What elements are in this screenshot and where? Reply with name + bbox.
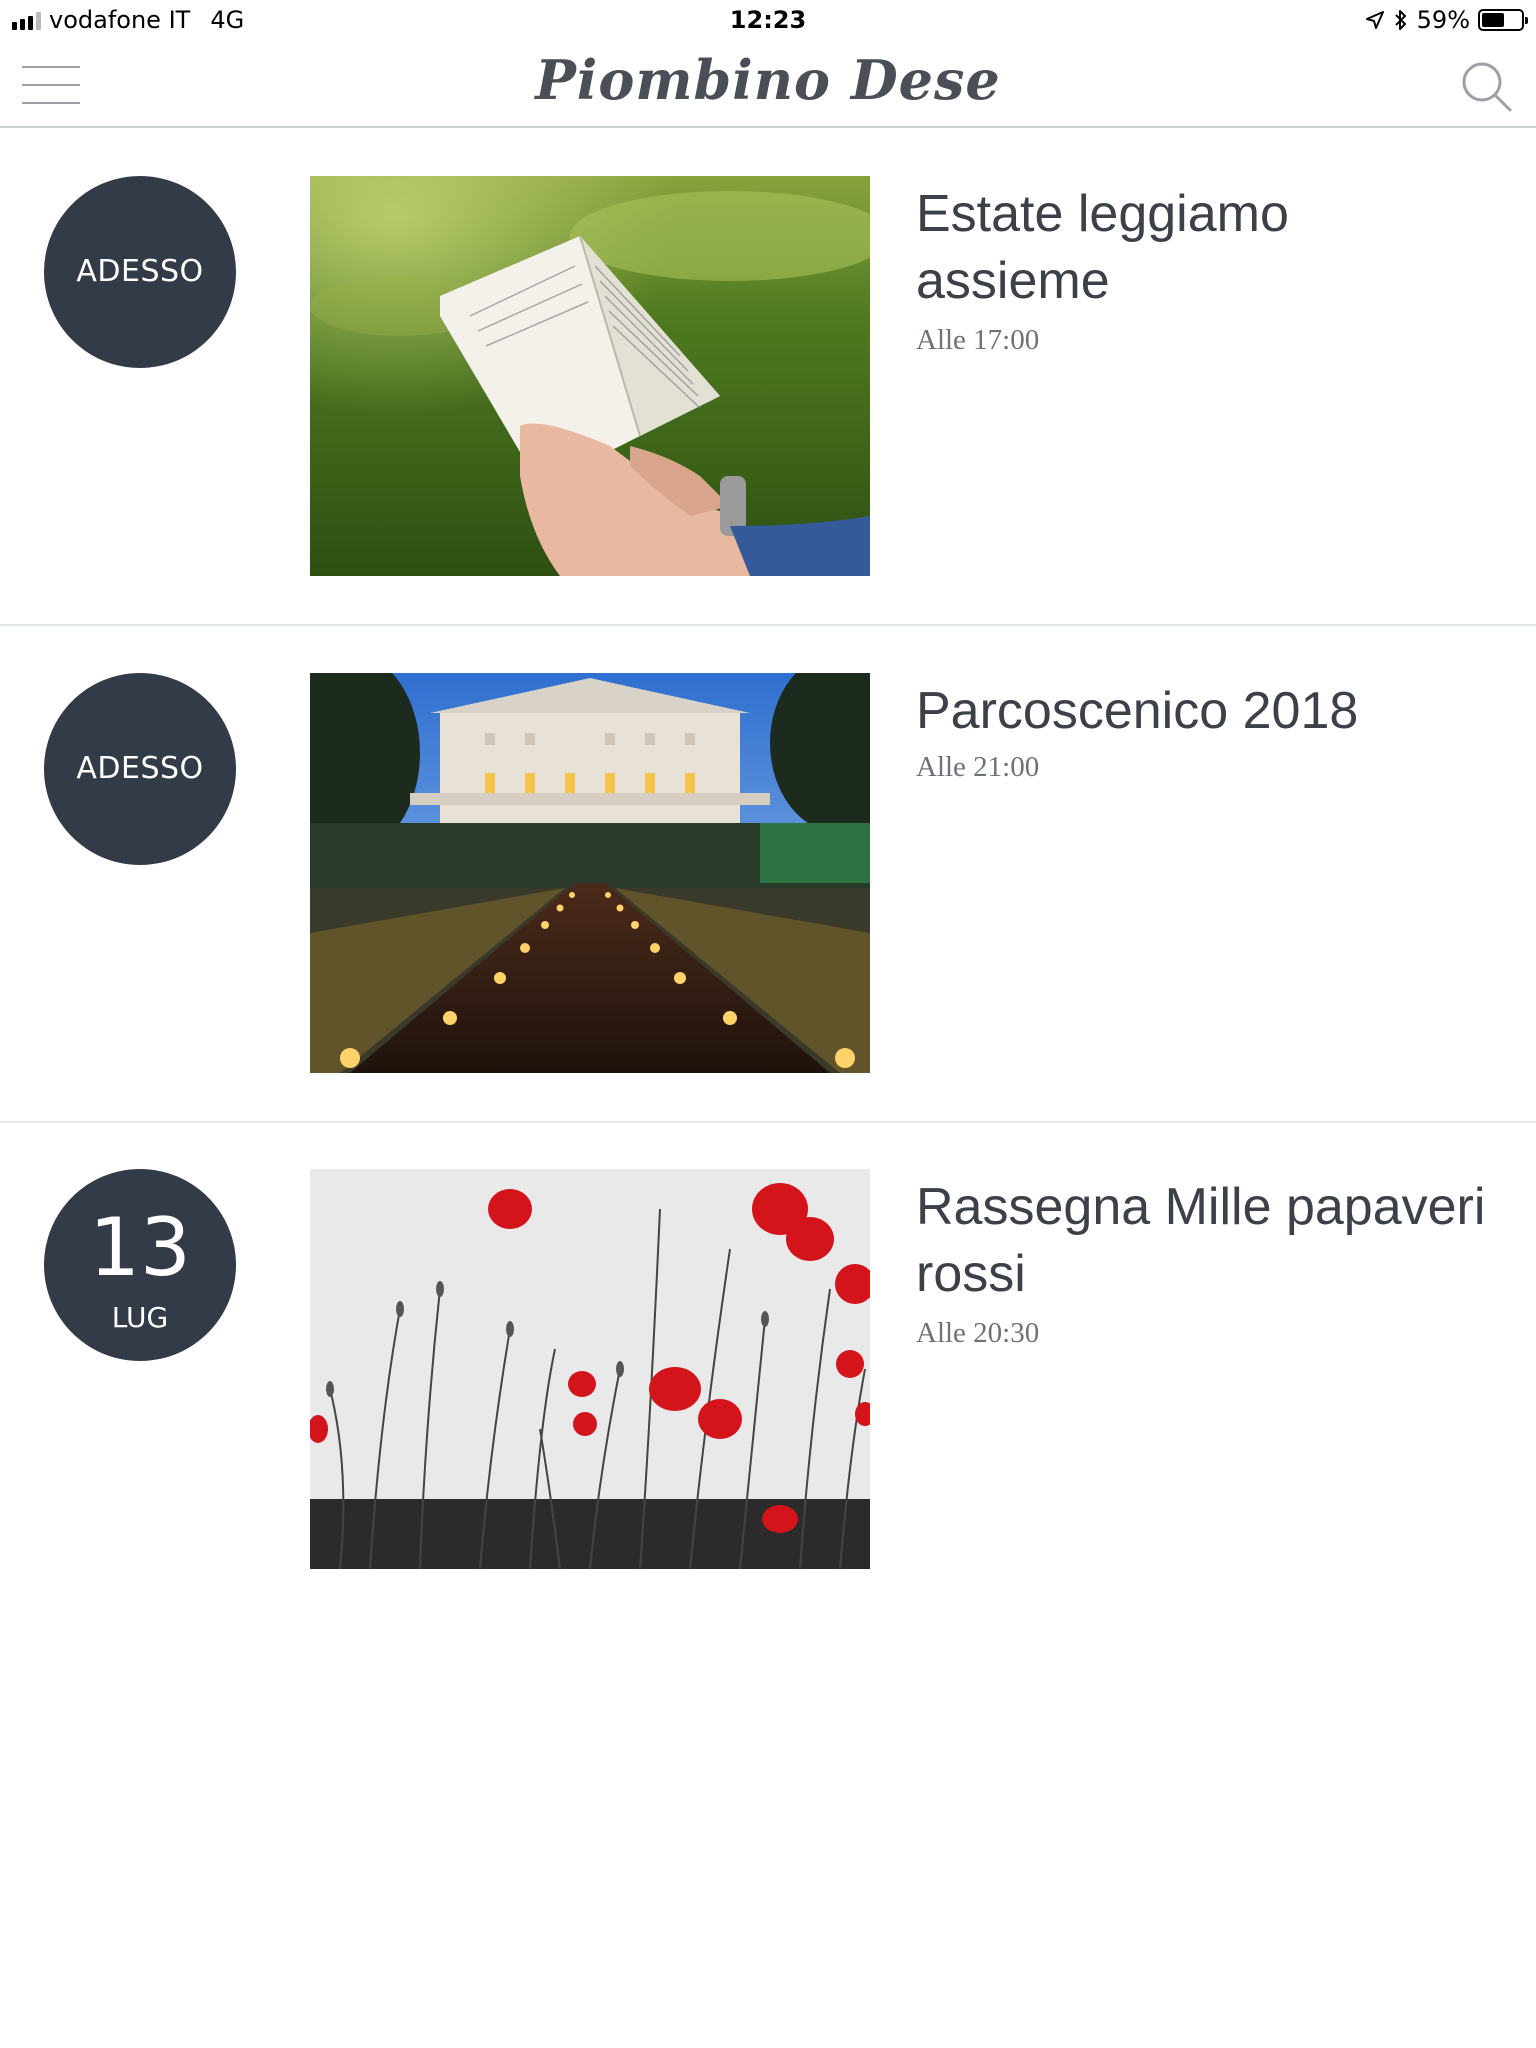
event-item[interactable]: 13 LUG Rassegna Mille papaveri rossi All… xyxy=(0,1122,1536,1617)
app-title: Piombino Dese xyxy=(535,48,1001,112)
event-image-villa-night[interactable] xyxy=(310,673,870,1073)
badge-day: 13 xyxy=(89,1201,191,1294)
date-badge: ADESSO xyxy=(44,176,236,368)
nav-bar: Piombino Dese xyxy=(0,40,1536,128)
date-badge: ADESSO xyxy=(44,673,236,865)
bluetooth-icon xyxy=(1394,10,1406,30)
date-badge: 13 LUG xyxy=(44,1169,236,1361)
location-arrow-icon xyxy=(1365,11,1384,29)
event-item[interactable]: ADESSO xyxy=(0,129,1536,626)
event-time: Alle 17:00 xyxy=(916,324,1040,356)
badge-month: LUG xyxy=(111,1301,169,1334)
battery-percent: 59% xyxy=(1416,6,1470,34)
event-item[interactable]: ADESSO xyxy=(0,626,1536,1123)
clock: 12:23 xyxy=(729,6,807,34)
status-bar: vodafone IT 4G 12:23 59% xyxy=(0,0,1536,40)
battery-icon xyxy=(1478,9,1528,31)
event-image-book-reading[interactable] xyxy=(310,176,870,576)
badge-now-label: ADESSO xyxy=(76,751,204,786)
event-title[interactable]: Estate leggiamo assieme xyxy=(916,181,1496,315)
status-right: 59% xyxy=(1365,6,1528,34)
event-time: Alle 20:30 xyxy=(916,1317,1040,1349)
badge-now-label: ADESSO xyxy=(76,254,204,289)
event-image-red-poppies[interactable] xyxy=(310,1169,870,1569)
search-icon[interactable] xyxy=(1458,58,1514,114)
event-time: Alle 21:00 xyxy=(916,751,1040,783)
event-title[interactable]: Rassegna Mille papaveri rossi xyxy=(916,1174,1496,1308)
event-title[interactable]: Parcoscenico 2018 xyxy=(916,678,1496,745)
